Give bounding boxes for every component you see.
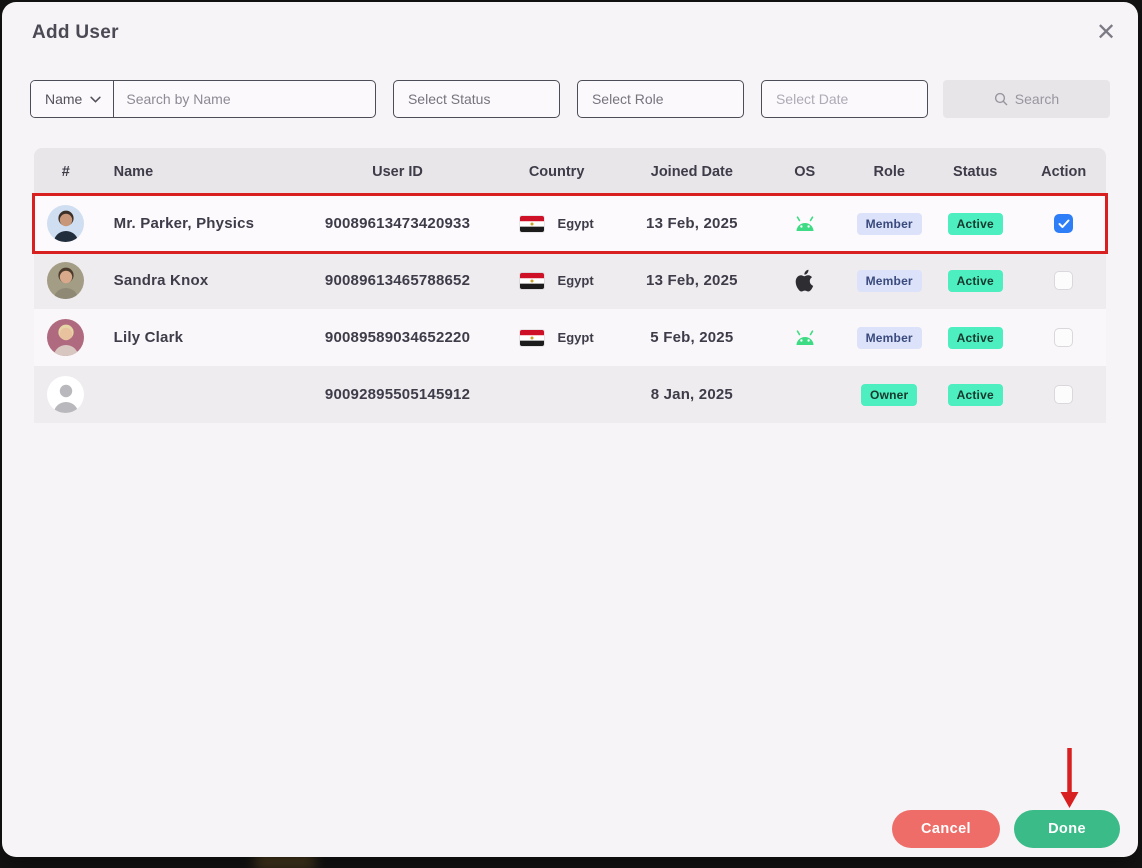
users-table: # Name User ID Country Joined Date OS Role Stat… bbox=[32, 148, 1108, 423]
status-badge: Active bbox=[947, 326, 1003, 349]
search-by-name-input[interactable] bbox=[114, 81, 375, 117]
role-badge: Member bbox=[856, 326, 922, 349]
os-cell bbox=[760, 269, 849, 292]
search-button-label: Search bbox=[1014, 91, 1060, 107]
add-user-modal: Add User ✕ Name Search # Name User ID Count… bbox=[2, 2, 1138, 857]
user-id: 90089613473420933 bbox=[324, 215, 471, 232]
table-row: Lily Clark 90089589034652220 Egypt 5 Feb, 2… bbox=[34, 309, 1106, 366]
red-arrow-annotation bbox=[1060, 748, 1079, 808]
name-dropdown-label: Name bbox=[45, 91, 83, 107]
column-header--: # bbox=[61, 163, 70, 180]
joined-date: 5 Feb, 2025 bbox=[650, 329, 734, 346]
role-badge: Owner bbox=[861, 383, 918, 406]
column-header-country: Country bbox=[528, 163, 585, 180]
user-name: Lily Clark bbox=[113, 329, 184, 346]
column-header-status: Status bbox=[953, 163, 998, 180]
table-header-row: # Name User ID Country Joined Date OS Role Stat… bbox=[34, 148, 1106, 195]
row-checkbox[interactable] bbox=[1054, 271, 1074, 290]
country-cell: Egypt bbox=[490, 215, 624, 232]
modal-title: Add User bbox=[32, 22, 119, 43]
role-badge: Member bbox=[856, 269, 922, 292]
user-id: 90092895505145912 bbox=[324, 386, 471, 403]
column-header-os: OS bbox=[794, 163, 816, 180]
user-id: 90089589034652220 bbox=[324, 329, 471, 346]
apple-icon bbox=[795, 269, 813, 292]
select-status-input[interactable] bbox=[392, 80, 560, 118]
cancel-button[interactable]: Cancel bbox=[892, 810, 1000, 848]
name-filter-dropdown[interactable]: Name bbox=[31, 81, 115, 117]
egypt-flag-icon bbox=[519, 215, 544, 232]
joined-date: 13 Feb, 2025 bbox=[646, 272, 738, 289]
role-badge: Member bbox=[856, 212, 922, 235]
avatar bbox=[47, 205, 85, 242]
filter-bar: Name Search bbox=[30, 80, 1110, 118]
user-name: Mr. Parker, Physics bbox=[113, 215, 255, 232]
select-role-input[interactable] bbox=[576, 80, 744, 118]
avatar bbox=[47, 376, 85, 413]
table-row: Sandra Knox 90089613465788652 Egypt 13 Feb,… bbox=[34, 252, 1106, 309]
status-badge: Active bbox=[947, 212, 1003, 235]
column-header-joined-date: Joined Date bbox=[650, 163, 733, 180]
column-header-action: Action bbox=[1041, 163, 1087, 180]
done-button[interactable]: Done bbox=[1014, 810, 1120, 848]
country-label: Egypt bbox=[557, 330, 594, 345]
android-icon bbox=[796, 215, 814, 231]
table-row: 90092895505145912 8 Jan, 2025 Owner Active bbox=[34, 366, 1106, 423]
name-search-group: Name bbox=[30, 80, 376, 118]
android-icon bbox=[796, 329, 814, 345]
row-checkbox[interactable] bbox=[1054, 328, 1074, 347]
row-checkbox[interactable] bbox=[1054, 385, 1074, 404]
close-icon[interactable]: ✕ bbox=[1090, 16, 1122, 48]
country-label: Egypt bbox=[557, 273, 594, 288]
table-row: Mr. Parker, Physics 90089613473420933 Egyp… bbox=[32, 193, 1108, 254]
row-checkbox[interactable] bbox=[1054, 214, 1074, 233]
chevron-down-icon bbox=[90, 96, 102, 103]
avatar bbox=[47, 262, 85, 299]
column-header-role: Role bbox=[873, 163, 905, 180]
modal-header: Add User ✕ bbox=[2, 2, 1138, 46]
joined-date: 8 Jan, 2025 bbox=[650, 386, 733, 403]
country-label: Egypt bbox=[557, 216, 594, 231]
column-header-user-id: User ID bbox=[372, 163, 423, 180]
user-id: 90089613465788652 bbox=[324, 272, 471, 289]
search-icon bbox=[994, 92, 1008, 106]
table-body: Mr. Parker, Physics 90089613473420933 Egyp… bbox=[32, 193, 1108, 423]
joined-date: 13 Feb, 2025 bbox=[646, 215, 738, 232]
os-cell bbox=[760, 215, 849, 232]
status-badge: Active bbox=[947, 269, 1003, 292]
country-cell: Egypt bbox=[490, 272, 624, 289]
user-name: Sandra Knox bbox=[113, 272, 209, 289]
os-cell bbox=[760, 329, 849, 346]
egypt-flag-icon bbox=[519, 329, 544, 346]
country-cell: Egypt bbox=[490, 329, 624, 346]
egypt-flag-icon bbox=[519, 272, 544, 289]
column-header-name: Name bbox=[113, 163, 154, 180]
avatar bbox=[47, 319, 85, 356]
search-button[interactable]: Search bbox=[942, 80, 1110, 118]
select-date-input[interactable] bbox=[760, 80, 928, 118]
status-badge: Active bbox=[947, 383, 1003, 406]
